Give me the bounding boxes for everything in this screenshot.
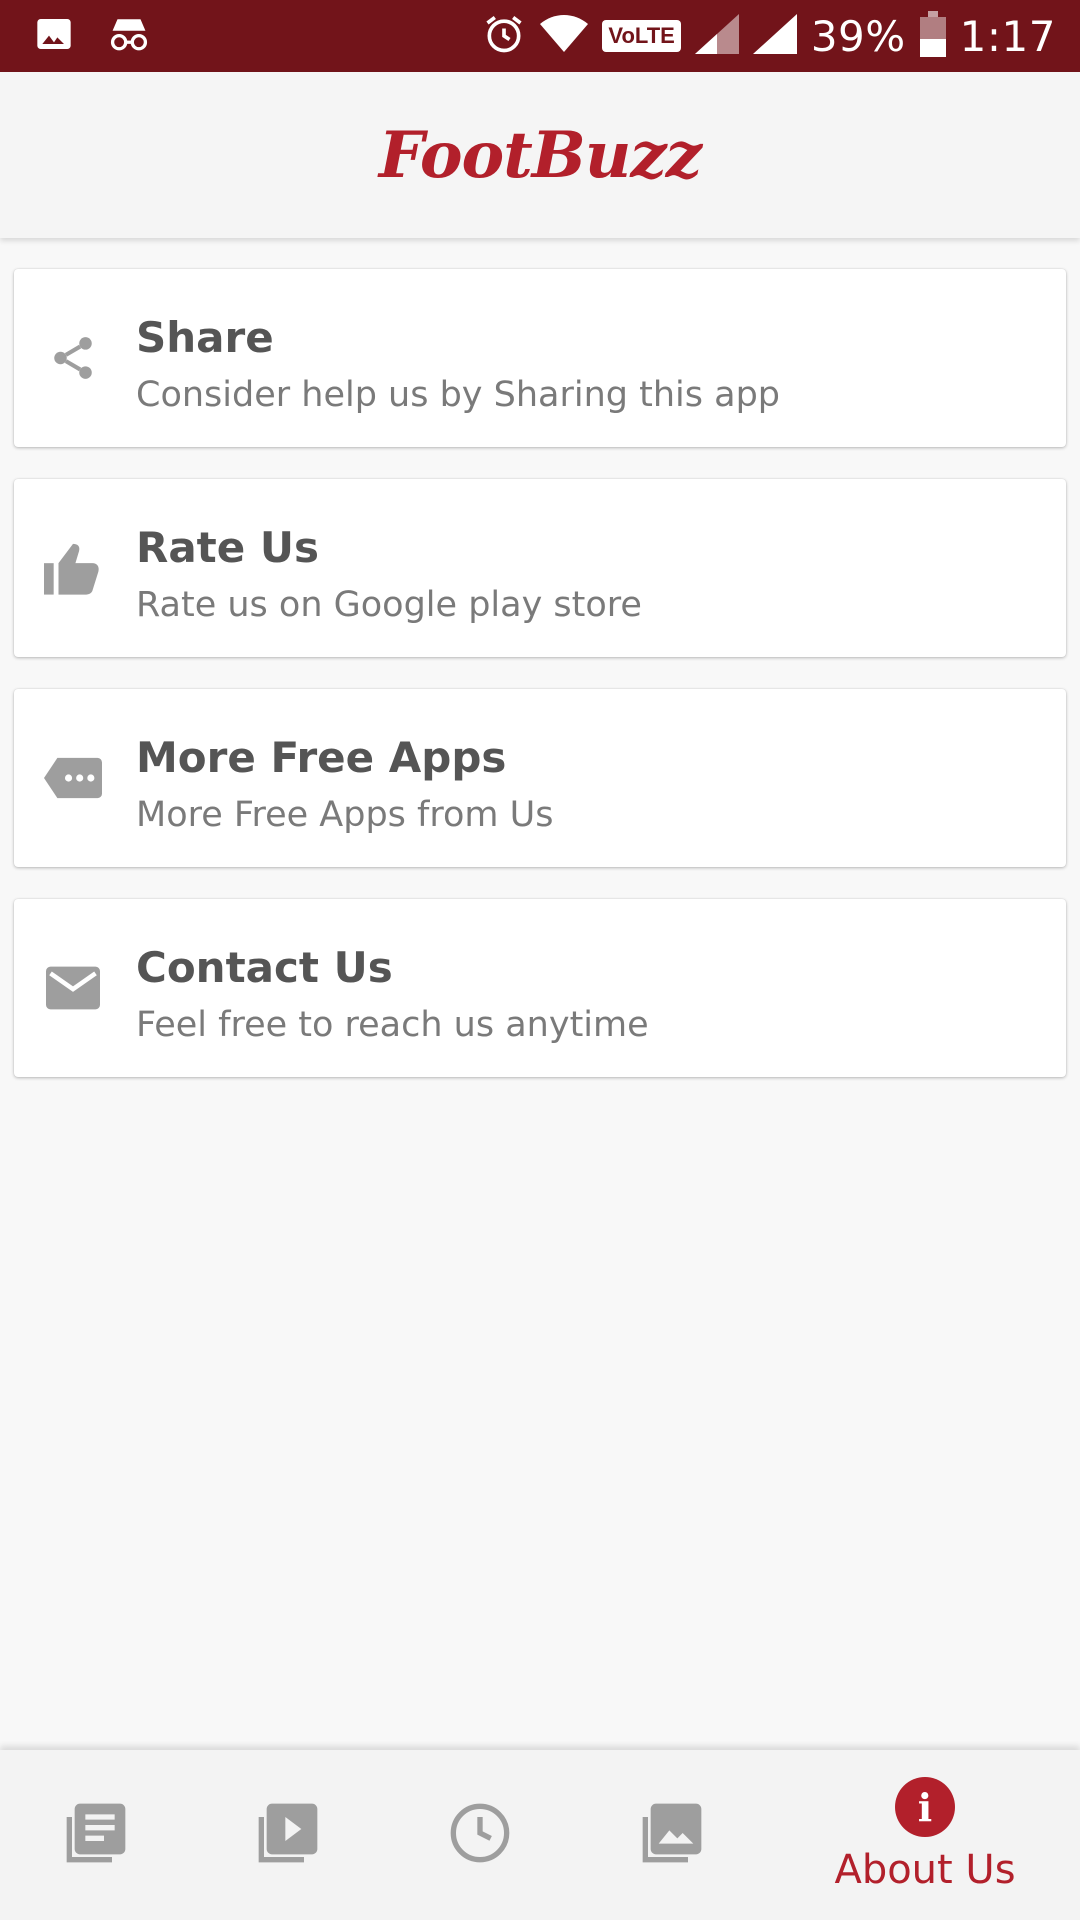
contact-us-item[interactable]: Contact Us Feel free to reach us anytime <box>14 899 1066 1077</box>
nav-history[interactable] <box>432 1750 528 1920</box>
battery-icon <box>919 11 946 61</box>
share-subtitle: Consider help us by Sharing this app <box>136 375 780 415</box>
rate-us-item[interactable]: Rate Us Rate us on Google play store <box>14 479 1066 657</box>
nav-videos[interactable] <box>240 1750 336 1920</box>
mail-icon <box>44 959 102 1017</box>
status-bar: VoLTE 39% 1:17 <box>0 0 1080 72</box>
volte-badge: VoLTE <box>602 20 681 52</box>
contact-us-title: Contact Us <box>136 943 393 992</box>
nav-news[interactable] <box>48 1750 144 1920</box>
wifi-icon <box>540 14 589 58</box>
rate-us-title: Rate Us <box>136 523 319 572</box>
tag-icon <box>44 749 102 807</box>
rate-us-subtitle: Rate us on Google play store <box>136 585 642 625</box>
image-icon <box>34 14 74 58</box>
gallery-icon <box>640 1801 704 1869</box>
history-icon <box>448 1801 512 1869</box>
thumbs-up-icon <box>44 539 102 597</box>
nav-about-us-label: About Us <box>834 1847 1016 1893</box>
share-title: Share <box>136 313 274 362</box>
clock: 1:17 <box>959 11 1056 61</box>
contact-us-subtitle: Feel free to reach us anytime <box>136 1005 649 1045</box>
share-icon <box>44 329 102 387</box>
videos-icon <box>256 1801 320 1869</box>
bottom-navigation: i About Us <box>0 1750 1080 1920</box>
share-item[interactable]: Share Consider help us by Sharing this a… <box>14 269 1066 447</box>
nav-gallery[interactable] <box>624 1750 720 1920</box>
battery-percent: 39% <box>810 11 906 61</box>
signal-icon-2 <box>752 14 797 58</box>
nav-about-us[interactable]: i About Us <box>820 1750 1030 1920</box>
about-menu-list: Share Consider help us by Sharing this a… <box>14 269 1066 1109</box>
news-icon <box>64 1801 128 1869</box>
more-free-apps-title: More Free Apps <box>136 733 507 782</box>
info-icon: i <box>895 1777 955 1837</box>
app-header: FootBuzz <box>0 72 1080 238</box>
more-free-apps-subtitle: More Free Apps from Us <box>136 795 554 835</box>
app-logo: FootBuzz <box>378 117 702 193</box>
alarm-icon <box>482 12 526 60</box>
incognito-icon <box>106 14 152 58</box>
signal-icon <box>694 14 739 58</box>
more-free-apps-item[interactable]: More Free Apps More Free Apps from Us <box>14 689 1066 867</box>
